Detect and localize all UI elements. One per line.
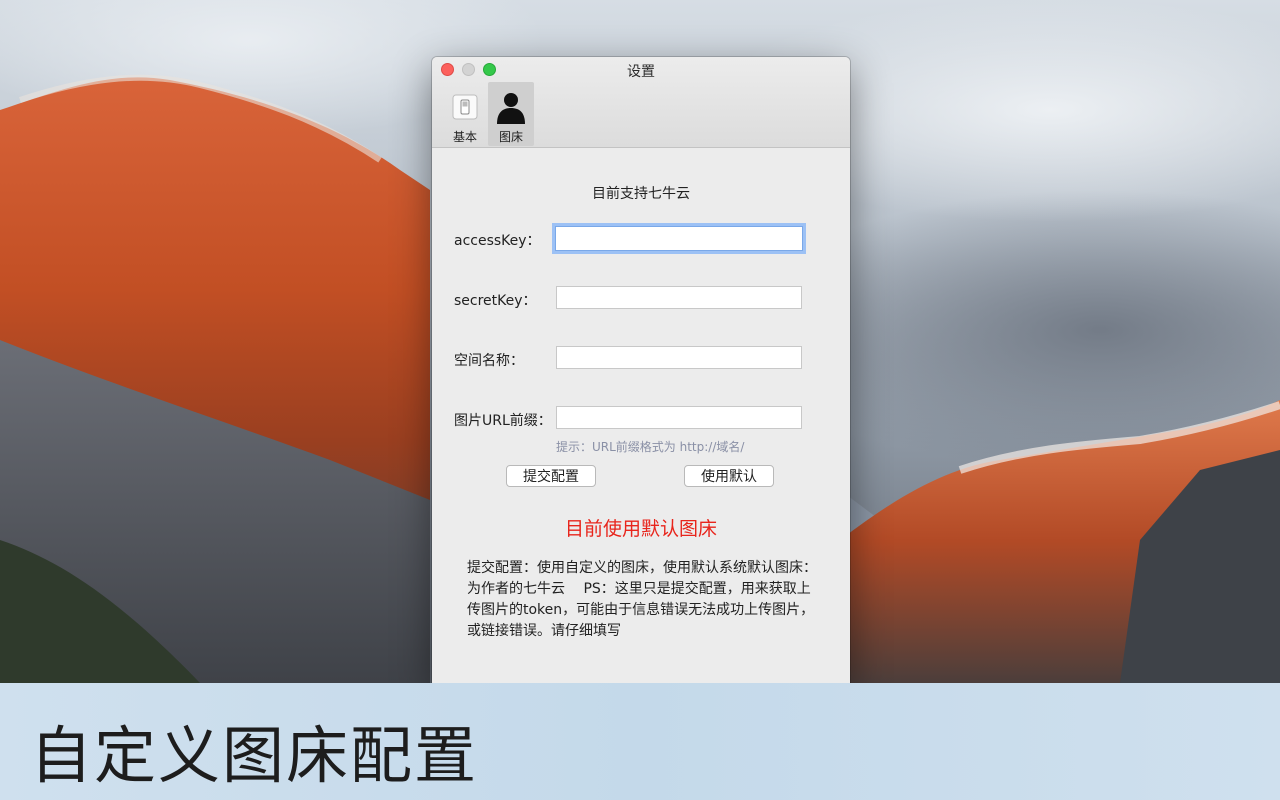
tab-basic[interactable]: 基本 xyxy=(442,82,488,146)
feature-caption: 自定义图床配置 xyxy=(30,719,479,792)
tab-image-host-label: 图床 xyxy=(498,130,523,144)
window-title: 设置 xyxy=(627,64,655,80)
access-key-input[interactable] xyxy=(555,226,803,251)
submit-config-button[interactable]: 提交配置 xyxy=(506,465,596,487)
bucket-label: 空间名称： xyxy=(454,353,524,369)
use-default-button[interactable]: 使用默认 xyxy=(684,465,774,487)
secret-key-input[interactable] xyxy=(556,286,802,309)
help-note: 提交配置：使用自定义的图床，使用默认系统默认图床：为作者的七牛云 PS：这里只是… xyxy=(467,560,817,639)
access-key-label: accessKey： xyxy=(454,233,541,249)
url-prefix-input[interactable] xyxy=(556,406,802,429)
support-heading: 目前支持七牛云 xyxy=(592,186,690,202)
url-prefix-label: 图片URL前缀： xyxy=(454,413,552,429)
url-prefix-hint: 提示：URL前缀格式为 http://域名/ xyxy=(556,440,745,454)
user-silhouette-icon xyxy=(494,90,528,124)
caption-band: 自定义图床配置 xyxy=(0,683,1280,800)
tab-basic-label: 基本 xyxy=(452,130,477,144)
tab-image-host[interactable]: 图床 xyxy=(488,82,534,146)
settings-window: 设置 基本 图床 目前支持七牛云 accessKey： secretKey： 空… xyxy=(432,57,850,683)
secret-key-label: secretKey： xyxy=(454,293,537,309)
switch-icon xyxy=(448,90,482,124)
titlebar: 设置 基本 图床 xyxy=(432,57,850,148)
bucket-input[interactable] xyxy=(556,346,802,369)
preferences-toolbar: 基本 图床 xyxy=(442,82,534,146)
status-text: 目前使用默认图床 xyxy=(564,518,717,540)
image-host-panel: 目前支持七牛云 accessKey： secretKey： 空间名称： 图片UR… xyxy=(432,148,850,683)
